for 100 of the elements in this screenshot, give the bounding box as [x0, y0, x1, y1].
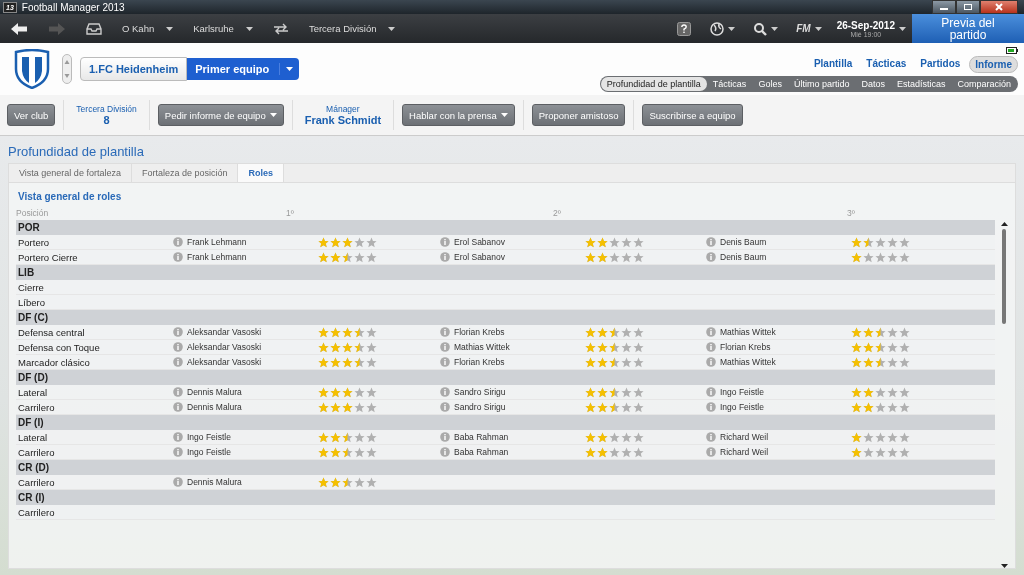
player-name[interactable]: Ingo Feistle [187, 447, 231, 457]
info-icon[interactable] [706, 402, 716, 412]
player-name[interactable]: Ingo Feistle [720, 402, 764, 412]
sub-tab[interactable]: Datos [855, 76, 891, 91]
info-icon[interactable] [173, 252, 183, 262]
action-button[interactable]: Suscribirse a equipo [642, 104, 743, 126]
player-name[interactable]: Mathias Wittek [454, 342, 510, 352]
info-icon[interactable] [706, 387, 716, 397]
action-button[interactable]: Hablar con la prensa [402, 104, 515, 126]
action-button[interactable]: Proponer amistoso [531, 104, 626, 126]
star-icon [366, 251, 377, 263]
info-icon[interactable] [706, 357, 716, 367]
info-icon[interactable] [706, 432, 716, 442]
club-switch-arrows[interactable] [62, 54, 72, 84]
scroll-up-icon[interactable] [1000, 222, 1008, 226]
player-name[interactable]: Aleksandar Vasoski [187, 327, 262, 337]
player-name[interactable]: Dennis Malura [187, 402, 242, 412]
player-name[interactable]: Denis Baum [720, 237, 767, 247]
player-name[interactable]: Sandro Sirigu [454, 387, 506, 397]
sub-tab[interactable]: Profundidad de plantilla [600, 76, 707, 91]
close-button[interactable] [980, 0, 1018, 14]
star-icon [366, 326, 377, 338]
info-icon[interactable] [173, 342, 183, 352]
info-icon[interactable] [173, 477, 183, 487]
scroll-down-icon[interactable] [1000, 564, 1008, 568]
info-icon[interactable] [440, 402, 450, 412]
player-name[interactable]: Baba Rahman [454, 432, 509, 442]
info-icon[interactable] [440, 327, 450, 337]
main-tab[interactable]: Informe [969, 55, 1018, 73]
back-arrow-icon[interactable] [10, 21, 28, 36]
info-icon[interactable] [173, 327, 183, 337]
player-name[interactable]: Ingo Feistle [720, 387, 764, 397]
nav-dropdown[interactable]: O Kahn [112, 23, 184, 34]
player-name[interactable]: Florian Krebs [454, 357, 505, 367]
player-name[interactable]: Aleksandar Vasoski [187, 342, 262, 352]
info-icon[interactable] [173, 357, 183, 367]
player-name[interactable]: Florian Krebs [720, 342, 771, 352]
info-icon[interactable] [173, 387, 183, 397]
forward-arrow-icon[interactable] [48, 21, 66, 36]
player-name[interactable]: Erol Sabanov [454, 237, 506, 247]
player-name[interactable]: Sandro Sirigu [454, 402, 506, 412]
info-icon[interactable] [440, 237, 450, 247]
maximize-button[interactable] [956, 0, 980, 14]
club-name[interactable]: 1.FC Heidenheim [80, 57, 188, 81]
player-name[interactable]: Frank Lehmann [187, 252, 247, 262]
match-preview-button[interactable]: Previa del partido [912, 14, 1024, 43]
main-tab[interactable]: Partidos [915, 55, 966, 73]
inbox-icon[interactable] [86, 22, 102, 35]
info-icon[interactable] [440, 252, 450, 262]
info-icon[interactable] [173, 402, 183, 412]
sub-tab[interactable]: Goles [752, 76, 788, 91]
squad-dropdown[interactable]: Primer equipo [187, 58, 300, 80]
player-name[interactable]: Denis Baum [720, 252, 767, 262]
sub-tab[interactable]: Comparación [951, 76, 1017, 91]
minimize-button[interactable] [932, 0, 956, 14]
info-icon[interactable] [440, 447, 450, 457]
info-icon[interactable] [440, 342, 450, 352]
main-tab[interactable]: Plantilla [808, 55, 858, 73]
action-button[interactable]: Ver club [7, 104, 56, 126]
player-name[interactable]: Baba Rahman [454, 447, 509, 457]
info-value[interactable]: Frank Schmidt [304, 114, 382, 126]
info-icon[interactable] [706, 327, 716, 337]
player-name[interactable]: Ingo Feistle [187, 432, 231, 442]
globe-menu[interactable] [710, 21, 736, 36]
star-icon [899, 386, 910, 398]
info-icon[interactable] [440, 432, 450, 442]
player-name[interactable]: Dennis Malura [187, 477, 242, 487]
info-icon[interactable] [706, 447, 716, 457]
player-name[interactable]: Mathias Wittek [720, 327, 776, 337]
info-icon[interactable] [706, 237, 716, 247]
info-icon[interactable] [173, 432, 183, 442]
fm-menu[interactable]: FM [796, 23, 822, 34]
panel-tab[interactable]: Vista general de fortaleza [9, 164, 132, 182]
info-icon[interactable] [706, 252, 716, 262]
sub-tab[interactable]: Tácticas [706, 76, 753, 91]
search-menu[interactable] [753, 21, 779, 36]
scrollbar-thumb[interactable] [1002, 229, 1006, 324]
player-name[interactable]: Frank Lehmann [187, 237, 247, 247]
info-icon[interactable] [173, 447, 183, 457]
help-icon[interactable] [677, 21, 692, 36]
info-value[interactable]: 8 [103, 114, 110, 126]
info-icon[interactable] [440, 357, 450, 367]
sub-tab[interactable]: Último partido [787, 76, 856, 91]
main-tab[interactable]: Tácticas [861, 55, 912, 73]
nav-dropdown[interactable]: Karlsruhe [183, 23, 263, 34]
swap-arrows-icon[interactable] [272, 22, 289, 35]
info-icon[interactable] [706, 342, 716, 352]
player-name[interactable]: Florian Krebs [454, 327, 505, 337]
panel-tab[interactable]: Roles [238, 164, 284, 182]
player-name[interactable]: Mathias Wittek [720, 357, 776, 367]
info-icon[interactable] [173, 237, 183, 247]
nav-dropdown[interactable]: Tercera División [298, 23, 406, 34]
sub-tab[interactable]: Estadísticas [890, 76, 952, 91]
player-name[interactable]: Richard Weil [720, 432, 769, 442]
action-button[interactable]: Pedir informe de equipo [157, 104, 284, 126]
player-name[interactable]: Dennis Malura [187, 387, 242, 397]
player-name[interactable]: Richard Weil [720, 447, 769, 457]
info-icon[interactable] [440, 387, 450, 397]
player-name[interactable]: Aleksandar Vasoski [187, 357, 262, 367]
player-name[interactable]: Erol Sabanov [454, 252, 506, 262]
